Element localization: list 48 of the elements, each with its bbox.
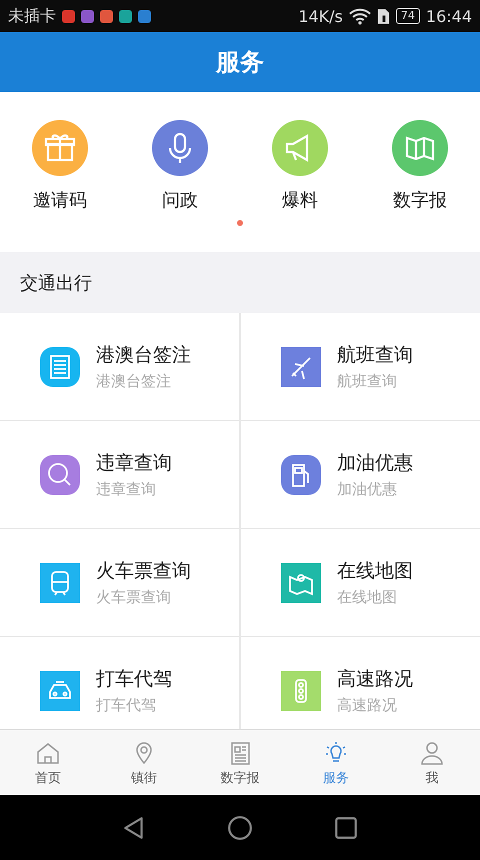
service-tile[interactable]: 航班查询 航班查询 [241,313,480,420]
tab[interactable]: 服务 [288,730,384,795]
service-tile[interactable]: 港澳台签注 港澳台签注 [0,313,239,420]
service-title: 高速路况 [337,667,413,692]
service-title: 违章查询 [96,451,172,476]
service-tile[interactable]: 违章查询 违章查询 [0,421,239,528]
recent-apps-icon[interactable] [333,814,359,840]
service-subtitle: 港澳台签注 [96,372,172,391]
service-title: 港澳台签注 [96,343,191,368]
notification-icon [62,10,75,22]
service-subtitle: 高速路况 [337,696,398,715]
tab[interactable]: 首页 [0,730,96,795]
service-subtitle: 加油优惠 [337,480,398,499]
service-title: 加油优惠 [337,451,413,476]
service-tile[interactable]: 打车代驾 打车代驾 [0,637,239,729]
service-tile[interactable]: 在线地图 在线地图 [241,529,480,636]
section-title: 交通出行 [20,272,92,294]
tab[interactable]: 镇街 [96,730,192,795]
service-subtitle: 在线地图 [337,588,398,607]
tab[interactable]: 我 [384,730,480,795]
sim-card-icon [376,8,390,24]
service-tile[interactable]: 加油优惠 加油优惠 [241,421,480,528]
service-title: 航班查询 [337,343,413,368]
carrier-text: 未插卡 [8,6,56,26]
notification-icon [100,10,113,22]
service-title: 在线地图 [337,559,413,584]
quick-action[interactable]: 数字报 [370,120,470,212]
quick-action[interactable]: 爆料 [250,120,350,212]
notification-icon [81,10,94,22]
service-title: 火车票查询 [96,559,191,584]
battery-level: 74 [396,8,420,24]
service-title: 打车代驾 [96,667,172,692]
service-subtitle: 打车代驾 [96,696,157,715]
service-tile[interactable]: 高速路况 高速路况 [241,637,480,729]
service-subtitle: 违章查询 [96,480,157,499]
wifi-icon [348,8,371,24]
quick-action[interactable]: 问政 [130,120,230,212]
page-title: 服务 [216,47,264,78]
tab[interactable]: 数字报 [192,730,288,795]
home-icon[interactable] [227,814,253,840]
quick-action[interactable]: 邀请码 [10,120,110,212]
network-speed: 14K/s [298,6,343,26]
clock-time: 16:44 [426,6,472,26]
service-subtitle: 航班查询 [337,372,398,391]
notification-icon [119,10,132,22]
notification-icon [138,10,151,22]
service-tile[interactable]: 火车票查询 火车票查询 [0,529,239,636]
service-subtitle: 火车票查询 [96,588,172,607]
